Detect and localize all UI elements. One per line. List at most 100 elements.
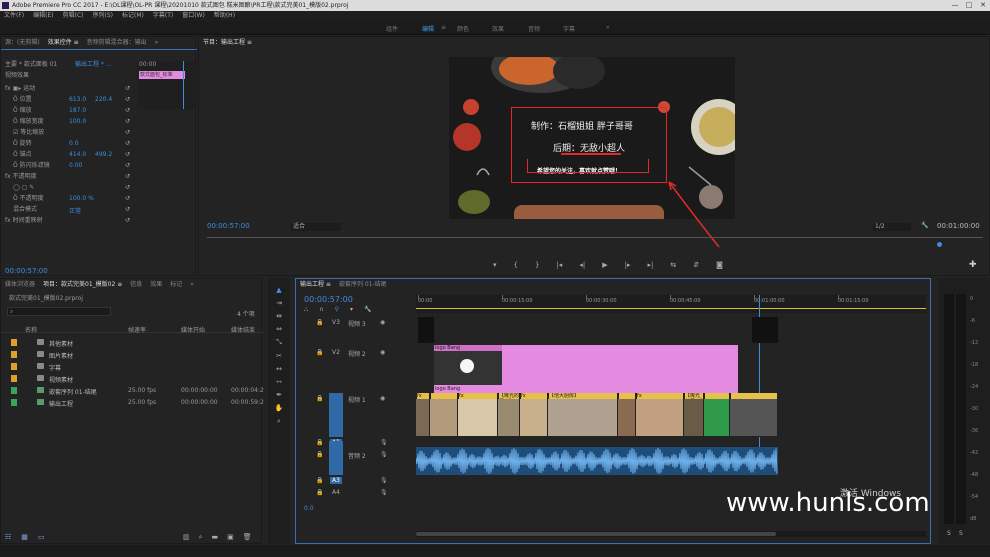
slip-tool-icon[interactable]: ↔ <box>276 365 282 373</box>
menu-title[interactable]: 字幕(T) <box>153 11 173 21</box>
tab-source[interactable]: 源：(无剪辑) <box>5 37 40 49</box>
menu-edit[interactable]: 编辑(E) <box>33 11 53 21</box>
v1-clip[interactable]: fx <box>520 393 548 436</box>
tab-overflow[interactable]: » <box>155 37 159 49</box>
v1-clip[interactable]: 【曝光的厨房】 <box>498 393 520 436</box>
minimize-button[interactable]: — <box>948 0 962 11</box>
a1-target-bar[interactable] <box>329 441 343 475</box>
tab-nested-sequence[interactable]: 嵌套序列 01-结尾 <box>339 279 387 291</box>
reset-icon[interactable]: ↺ <box>125 162 130 169</box>
tab-program[interactable]: 节目：输出工程 ≡ <box>203 37 252 49</box>
lock-icon[interactable]: 🔒 <box>316 489 323 496</box>
nest-toggle-icon[interactable]: ⛬ <box>304 306 308 314</box>
reset-icon[interactable]: ↺ <box>125 140 130 147</box>
go-to-out-button[interactable]: ▸| <box>647 261 653 269</box>
mic-icon[interactable]: 🎙 <box>380 489 388 496</box>
reset-icon[interactable]: ↺ <box>125 195 130 202</box>
workspace-effects[interactable]: 效果 <box>492 24 504 33</box>
menu-marker[interactable]: 标记(M) <box>122 11 144 21</box>
pen-tool-icon[interactable]: ✒ <box>276 391 282 399</box>
menu-clip[interactable]: 剪辑(C) <box>63 11 84 21</box>
reset-icon[interactable]: ↺ <box>125 107 130 114</box>
effect-value-1[interactable]: 100.0 <box>69 118 86 125</box>
reset-icon[interactable]: ↺ <box>125 217 130 224</box>
tab-project[interactable]: 项目：款式完美01_模版02 ≡ <box>43 279 122 291</box>
tab-effects[interactable]: 效果 <box>150 279 162 291</box>
effect-row[interactable]: Ö 锚点 <box>13 151 32 159</box>
mark-in-button[interactable]: { <box>514 261 518 269</box>
tab-info[interactable]: 信息 <box>130 279 142 291</box>
wrench-icon[interactable]: 🔧 <box>921 222 928 229</box>
razor-tool-icon[interactable]: ✂ <box>276 352 282 360</box>
track-header[interactable]: 🔒 A3 🎙 <box>316 477 412 487</box>
project-list-item[interactable]: 字幕 <box>1 361 263 372</box>
v1-clip[interactable]: 【曝光的厨房】 <box>684 393 704 436</box>
hand-tool-icon[interactable]: ✋ <box>275 404 284 412</box>
effect-value-1[interactable]: 0.00 <box>69 162 82 169</box>
ripple-edit-tool-icon[interactable]: ⇹ <box>276 312 282 320</box>
clip-badge[interactable]: 款式面包_标准 <box>139 71 185 79</box>
effect-value-1[interactable]: 100.0 % <box>69 195 94 202</box>
project-search-input[interactable]: ⌕ <box>7 307 111 316</box>
master-volume[interactable]: 0.0 <box>304 505 314 512</box>
snap-icon[interactable]: ∩ <box>319 306 323 314</box>
selection-tool-icon[interactable]: ▲ <box>276 286 281 294</box>
effect-value-1[interactable]: 613.0 <box>69 96 86 103</box>
reset-icon[interactable]: ↺ <box>125 85 130 92</box>
go-to-in-button[interactable]: |◂ <box>556 261 562 269</box>
col-start[interactable]: 媒体开始 <box>181 325 205 334</box>
effect-row[interactable]: ◯ ▢ ✎ <box>13 184 34 192</box>
rate-stretch-tool-icon[interactable]: ⤡ <box>276 338 282 347</box>
project-list-item[interactable]: 输出工程 25.00 fps 00:00:00:00 00:00:59:2 <box>1 397 264 408</box>
mic-icon[interactable]: 🎙 <box>380 477 388 484</box>
v1-clip[interactable] <box>730 393 778 436</box>
new-bin-icon[interactable]: ▬ <box>212 533 219 542</box>
effect-value-2[interactable]: 220.4 <box>95 96 112 103</box>
reset-icon[interactable]: ↺ <box>125 206 130 213</box>
lock-icon[interactable]: 🔒 <box>316 319 323 326</box>
add-marker-icon[interactable]: ▾ <box>350 306 353 314</box>
track-select-tool-icon[interactable]: ⇥ <box>276 299 282 307</box>
tab-output-sequence[interactable]: 输出工程 ≡ <box>300 279 331 291</box>
v1-clip[interactable] <box>430 393 458 436</box>
mark-out-button[interactable]: } <box>535 261 539 269</box>
v1-clip[interactable]: fx <box>458 393 498 436</box>
zoom-tool-icon[interactable]: ⌕ <box>277 417 281 426</box>
list-view-icon[interactable]: ☷ <box>5 533 11 541</box>
project-list-item[interactable]: 图片素材 <box>1 349 263 360</box>
track-header[interactable]: 🔒 V2 视频 2 ◉ <box>316 349 412 359</box>
workspace-audio[interactable]: 音频 <box>528 24 540 33</box>
reset-icon[interactable]: ↺ <box>125 184 130 191</box>
track-id[interactable]: V2 <box>330 349 342 356</box>
source-clip-label[interactable]: 主要 * 款式面板 01 <box>5 61 57 69</box>
effect-row[interactable]: 混合模式 <box>13 206 37 214</box>
workspace-overflow[interactable]: » <box>606 24 610 31</box>
effect-controls-timecode[interactable]: 00:00:57:00 <box>5 267 48 275</box>
workspace-assembly[interactable]: 组件 <box>386 24 398 33</box>
timeline-timecode[interactable]: 00:00:57:00 <box>304 295 353 304</box>
playhead-indicator[interactable] <box>937 242 942 247</box>
track-id[interactable]: A4 <box>330 489 342 496</box>
icon-view-icon[interactable]: ▦ <box>21 533 28 541</box>
project-list-item[interactable]: 其他素材 <box>1 337 263 348</box>
effect-value-1[interactable]: 414.0 <box>69 151 86 158</box>
project-list-item[interactable]: 嵌套序列 01-结尾 25.00 fps 00:00:00:00 00:00:04:2 <box>1 385 264 396</box>
solo-left-button[interactable]: S <box>947 530 951 537</box>
mic-icon[interactable]: 🎙 <box>380 451 388 458</box>
lock-icon[interactable]: 🔒 <box>316 451 323 458</box>
project-list-item[interactable]: 视频素材 <box>1 373 263 384</box>
close-button[interactable]: ✕ <box>976 0 990 11</box>
menu-file[interactable]: 文件(F) <box>4 11 24 21</box>
track-header[interactable]: 🔒 A4 🎙 <box>316 489 412 499</box>
tab-overflow[interactable]: » <box>190 279 194 291</box>
lift-button[interactable]: ⇆ <box>670 261 676 269</box>
add-button-icon[interactable]: ✚ <box>969 260 977 270</box>
effect-row[interactable]: Ö 位置 <box>13 96 32 104</box>
v2-logo-clip-b[interactable]: logo Bang <box>434 385 738 393</box>
resolution-dropdown[interactable]: 1/2 <box>873 223 911 231</box>
effect-row[interactable]: Ö 防闪烁滤镜 <box>13 162 50 170</box>
time-ruler[interactable]: 00:00 00:00:15:00 00:00:30:00 00:00:45:00 00… <box>416 295 926 313</box>
workspace-color[interactable]: 颜色 <box>457 24 469 33</box>
v1-video-track-clips[interactable]: fxfx【曝光的厨房】fx【他大厨房】fx【曝光的厨房】 <box>416 393 778 437</box>
eye-icon[interactable]: ◉ <box>380 319 385 326</box>
